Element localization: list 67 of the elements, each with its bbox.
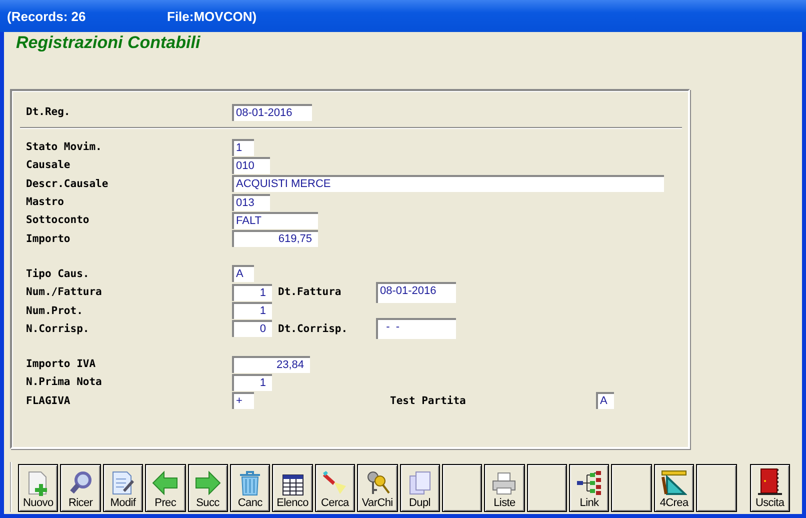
input-field[interactable]: 1 xyxy=(232,138,254,156)
door-icon xyxy=(756,468,783,496)
input-field[interactable]: 010 xyxy=(232,156,270,174)
input-field[interactable]: FALT xyxy=(232,212,318,229)
field-label: Mastro xyxy=(26,196,65,208)
field-label: Importo xyxy=(26,232,72,245)
field-label: Num./Fattura xyxy=(26,286,103,298)
input-field[interactable]: A xyxy=(232,265,254,282)
field-label: Causale xyxy=(26,159,72,172)
input-field[interactable]: + xyxy=(232,392,254,410)
left-arrow-icon xyxy=(151,470,180,496)
toolbar-button[interactable]: Ricer xyxy=(60,464,101,512)
field-label: Dt.Corrisp. xyxy=(278,322,349,335)
toolbar-button[interactable]: Prec xyxy=(145,464,186,512)
input-field[interactable]: 013 xyxy=(232,194,270,211)
ruler-triangle-icon xyxy=(661,470,688,496)
field-label: N.Corrisp. xyxy=(26,322,90,335)
field-label: Stato Movim. xyxy=(26,141,103,154)
toolbar-button[interactable]: VarChi xyxy=(357,464,398,512)
toolbar-button[interactable]: Dupl xyxy=(400,464,440,512)
field-label: Num.Prot. xyxy=(26,304,84,317)
field-label: N.Prima Nota xyxy=(26,376,103,388)
toolbar-button[interactable]: Liste xyxy=(484,464,525,512)
field-label: Importo IVA xyxy=(26,358,97,370)
empty-toolbar-button[interactable] xyxy=(696,464,737,512)
file-name: File:MOVCON) xyxy=(167,8,257,24)
hierarchy-icon xyxy=(576,470,602,496)
edit-document-icon xyxy=(110,470,136,496)
field-label: Test Partita xyxy=(390,394,467,407)
toolbar-button[interactable]: Canc xyxy=(230,464,270,512)
magnifier-icon xyxy=(68,470,94,496)
toolbar-button[interactable]: Elenco xyxy=(272,464,313,512)
field-label: Tipo Caus. xyxy=(26,268,90,280)
input-field[interactable]: 1 xyxy=(232,302,272,320)
input-field[interactable]: - - xyxy=(376,318,456,340)
flashlight-icon xyxy=(322,470,348,496)
records-count: (Records: 26 xyxy=(7,8,87,24)
toolbar-button[interactable]: 4Crea xyxy=(654,464,694,512)
trash-icon xyxy=(238,470,262,496)
input-field[interactable]: A xyxy=(596,392,614,410)
toolbar-button[interactable]: Uscita xyxy=(750,464,790,512)
input-field[interactable]: 1 xyxy=(232,284,272,301)
field-label: Dt.Fattura xyxy=(278,286,342,298)
right-arrow-icon xyxy=(194,470,222,496)
form-title: Registrazioni Contabili xyxy=(15,32,202,54)
field-label: FLAGIVA xyxy=(26,394,72,407)
date-field[interactable]: 08-01-2016 xyxy=(232,104,312,120)
input-field[interactable]: 0 xyxy=(232,320,272,338)
toolbar-button[interactable]: Link xyxy=(569,464,610,512)
field-label: Dt.Reg. xyxy=(26,106,72,118)
table-icon xyxy=(282,474,304,496)
toolbar-button[interactable]: Modif xyxy=(102,464,144,512)
empty-toolbar-button[interactable] xyxy=(611,464,652,512)
input-field[interactable]: 23,84 xyxy=(232,356,310,373)
input-field[interactable]: ACQUISTI MERCE xyxy=(232,175,664,192)
toolbar-button[interactable]: Succ xyxy=(188,464,228,512)
toolbar-button[interactable]: Nuovo xyxy=(18,464,58,512)
input-field[interactable]: 619,75 xyxy=(232,230,318,248)
toolbar-button[interactable]: Cerca xyxy=(314,464,356,512)
input-field[interactable]: 08-01-2016 xyxy=(376,282,456,303)
printer-icon xyxy=(491,472,518,496)
copy-icon xyxy=(408,470,432,496)
field-label: Descr.Causale xyxy=(26,178,110,190)
field-label: Sottoconto xyxy=(26,214,90,226)
empty-toolbar-button[interactable] xyxy=(442,464,482,512)
empty-toolbar-button[interactable] xyxy=(526,464,568,512)
input-field[interactable]: 1 xyxy=(232,374,272,391)
